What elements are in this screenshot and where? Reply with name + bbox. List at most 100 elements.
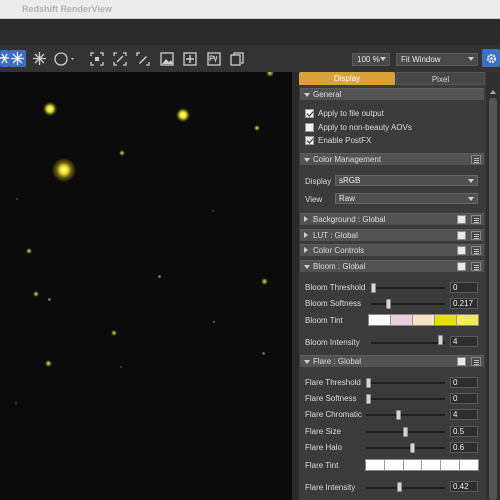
- flare-threshold-slider[interactable]: [366, 382, 445, 384]
- star: [33, 291, 39, 297]
- tab-pixel[interactable]: Pixel: [396, 72, 485, 85]
- section-color-controls[interactable]: Color Controls: [300, 244, 484, 256]
- zoom-value: 100 %: [357, 55, 380, 64]
- section-enable-checkbox[interactable]: [457, 231, 466, 240]
- slider-handle[interactable]: [366, 378, 371, 388]
- snowflake-icon[interactable]: [31, 50, 48, 67]
- flare-intensity-slider[interactable]: [366, 487, 445, 489]
- slider-handle[interactable]: [371, 283, 376, 293]
- menu-icon[interactable]: [471, 262, 481, 271]
- scrollbar-thumb[interactable]: [489, 98, 497, 500]
- apply-to-file-output-checkbox[interactable]: Apply to file output: [305, 108, 384, 119]
- section-lut[interactable]: LUT : Global: [300, 229, 484, 241]
- checkbox[interactable]: [305, 136, 314, 145]
- panel-scrollbar[interactable]: [486, 72, 500, 500]
- image-icon[interactable]: [158, 50, 175, 67]
- fit-mode-select[interactable]: Fit Window: [396, 53, 478, 66]
- chevron-down-icon: [468, 197, 474, 201]
- slider-handle[interactable]: [385, 299, 391, 309]
- add-icon[interactable]: [181, 50, 198, 67]
- chevron-up-icon[interactable]: [490, 90, 496, 94]
- render-icon[interactable]: [0, 50, 9, 67]
- bloom-threshold-slider[interactable]: [371, 287, 445, 289]
- chevron-down-icon: [304, 158, 310, 162]
- slider-handle[interactable]: [397, 482, 403, 492]
- apply-to-non-beauty-aovs-checkbox[interactable]: Apply to non-beauty AOVs: [305, 122, 412, 133]
- menu-icon[interactable]: [471, 357, 481, 366]
- section-color-management[interactable]: Color Management: [300, 153, 484, 165]
- flare-tint-swatches[interactable]: [365, 459, 479, 471]
- section-flare-label: Flare : Global: [313, 357, 362, 366]
- color-swatch[interactable]: [422, 460, 442, 470]
- section-enable-checkbox[interactable]: [457, 215, 466, 224]
- checkbox-label: Apply to file output: [318, 109, 384, 118]
- flare-chromatic-value[interactable]: 4: [450, 409, 478, 420]
- menu-icon[interactable]: [471, 155, 481, 164]
- copy-icon[interactable]: [228, 50, 245, 67]
- bloom-softness-slider[interactable]: [371, 303, 445, 305]
- flare-chromatic-label: Flare Chromatic: [305, 410, 362, 419]
- slider-handle[interactable]: [437, 335, 443, 345]
- zoom-select[interactable]: 100 %: [352, 53, 390, 66]
- flare-halo-slider[interactable]: [366, 447, 445, 449]
- color-swatch[interactable]: [460, 460, 478, 470]
- section-background[interactable]: Background : Global: [300, 213, 484, 225]
- color-swatch[interactable]: [403, 460, 423, 470]
- flare-softness-slider[interactable]: [366, 398, 445, 400]
- chevron-down-icon: [380, 57, 386, 61]
- star: [213, 321, 215, 323]
- star: [120, 366, 122, 368]
- flare-chromatic-slider[interactable]: [366, 414, 445, 416]
- menu-icon[interactable]: [471, 215, 481, 224]
- snowflake-icon[interactable]: [9, 50, 26, 67]
- color-swatch[interactable]: [457, 315, 478, 325]
- section-enable-checkbox[interactable]: [457, 357, 466, 366]
- menu-icon[interactable]: [471, 246, 481, 255]
- fit-icon[interactable]: [111, 50, 128, 67]
- slider-handle[interactable]: [410, 443, 416, 453]
- flare-intensity-label: Flare Intensity: [305, 483, 356, 492]
- bloom-tint-swatches[interactable]: [368, 314, 479, 326]
- color-swatch[interactable]: [369, 315, 391, 325]
- section-general[interactable]: General: [300, 88, 484, 100]
- slider-handle[interactable]: [395, 410, 401, 420]
- checkbox[interactable]: [305, 109, 314, 118]
- color-swatch[interactable]: [384, 460, 404, 470]
- star: [261, 278, 268, 285]
- bloom-softness-value[interactable]: 0.217: [450, 298, 478, 309]
- bloom-intensity-slider[interactable]: [371, 342, 445, 344]
- section-flare[interactable]: Flare : Global: [300, 355, 484, 367]
- bloom-threshold-value[interactable]: 0: [450, 282, 478, 293]
- color-swatch[interactable]: [441, 460, 461, 470]
- checkbox[interactable]: [305, 123, 314, 132]
- section-enable-checkbox[interactable]: [457, 262, 466, 271]
- view-select[interactable]: Raw: [335, 193, 478, 204]
- tab-display[interactable]: Display: [299, 72, 395, 85]
- flare-softness-value[interactable]: 0: [450, 393, 478, 404]
- slider-handle[interactable]: [366, 394, 371, 404]
- section-enable-checkbox[interactable]: [457, 246, 466, 255]
- bloom-intensity-value[interactable]: 4: [450, 336, 478, 347]
- render-viewport[interactable]: [0, 72, 292, 500]
- enable-postfx-checkbox[interactable]: Enable PostFX: [305, 135, 371, 146]
- circle-icon[interactable]: [54, 50, 76, 67]
- menu-icon[interactable]: [471, 231, 481, 240]
- bloom-tint-label: Bloom Tint: [305, 316, 343, 325]
- color-swatch[interactable]: [391, 315, 413, 325]
- pv-icon[interactable]: [205, 50, 222, 67]
- slider-handle[interactable]: [403, 427, 408, 437]
- flare-threshold-value[interactable]: 0: [450, 377, 478, 388]
- flare-intensity-value[interactable]: 0.42: [450, 481, 478, 492]
- gear-icon[interactable]: [482, 49, 500, 67]
- color-swatch[interactable]: [366, 460, 385, 470]
- color-swatch[interactable]: [413, 315, 435, 325]
- edit-icon[interactable]: [134, 50, 151, 67]
- region-icon[interactable]: [88, 50, 105, 67]
- color-swatch[interactable]: [435, 315, 457, 325]
- section-bloom[interactable]: Bloom : Global: [300, 260, 484, 272]
- star: [119, 150, 125, 156]
- display-select[interactable]: sRGB: [335, 175, 478, 186]
- panel-splitter[interactable]: [292, 72, 299, 500]
- flare-size-value[interactable]: 0.5: [450, 426, 478, 437]
- flare-halo-value[interactable]: 0.6: [450, 442, 478, 453]
